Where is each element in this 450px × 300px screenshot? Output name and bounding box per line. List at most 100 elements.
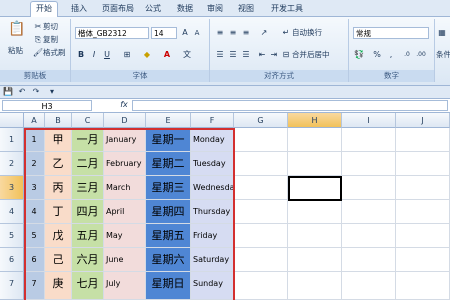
decrease-decimal-icon[interactable]: .00	[415, 49, 427, 61]
cell-g1[interactable]	[234, 128, 288, 152]
redo-icon[interactable]: ↷	[30, 86, 42, 98]
column-header-g[interactable]: G	[234, 113, 288, 128]
align-middle-icon[interactable]: ≡	[227, 27, 239, 39]
borders-icon[interactable]: ⊞	[121, 49, 133, 61]
cell-e4[interactable]: 星期四	[146, 200, 191, 224]
cell-f2[interactable]: Tuesday	[191, 152, 234, 176]
merge-center-button[interactable]: 合并后居中	[292, 49, 330, 61]
column-header-d[interactable]: D	[104, 113, 146, 128]
column-header-b[interactable]: B	[45, 113, 72, 128]
cell-j2[interactable]	[396, 152, 450, 176]
tab-review[interactable]: 审阅	[202, 2, 228, 15]
cell-a5[interactable]: 5	[24, 224, 45, 248]
column-header-c[interactable]: C	[72, 113, 104, 128]
cell-f3[interactable]: Wednesday	[191, 176, 234, 200]
cell-h2[interactable]	[288, 152, 342, 176]
cell-d7[interactable]: July	[104, 272, 146, 300]
cell-j7[interactable]	[396, 272, 450, 300]
align-right-icon[interactable]: ☰	[240, 49, 252, 61]
align-center-icon[interactable]: ☰	[227, 49, 239, 61]
cell-h5[interactable]	[288, 224, 342, 248]
align-bottom-icon[interactable]: ≡	[240, 27, 252, 39]
cell-c7[interactable]: 七月	[72, 272, 104, 300]
cell-c6[interactable]: 六月	[72, 248, 104, 272]
underline-button[interactable]: U	[101, 49, 113, 61]
cell-e1[interactable]: 星期一	[146, 128, 191, 152]
cell-d1[interactable]: January	[104, 128, 146, 152]
row-header-3[interactable]: 3	[0, 176, 24, 200]
cell-c4[interactable]: 四月	[72, 200, 104, 224]
cell-f7[interactable]: Sunday	[191, 272, 234, 300]
column-header-h[interactable]: H	[288, 113, 342, 128]
column-header-i[interactable]: I	[342, 113, 396, 128]
cell-d4[interactable]: April	[104, 200, 146, 224]
cell-c5[interactable]: 五月	[72, 224, 104, 248]
cell-a4[interactable]: 4	[24, 200, 45, 224]
merge-center-icon[interactable]: ⊟	[280, 49, 292, 61]
font-size-select[interactable]: 14	[151, 27, 177, 39]
formula-input[interactable]	[132, 100, 448, 111]
paste-icon[interactable]: 📋	[8, 22, 26, 43]
active-cell-h3[interactable]	[288, 176, 342, 201]
comma-button[interactable]: ,	[385, 49, 397, 61]
cell-a6[interactable]: 6	[24, 248, 45, 272]
cell-b4[interactable]: 丁	[45, 200, 72, 224]
name-box[interactable]: H3	[2, 100, 92, 111]
format-painter-button[interactable]: 格式刷	[43, 47, 66, 59]
cell-e5[interactable]: 星期五	[146, 224, 191, 248]
cell-j1[interactable]	[396, 128, 450, 152]
cell-d5[interactable]: May	[104, 224, 146, 248]
cell-e3[interactable]: 星期三	[146, 176, 191, 200]
row-header-5[interactable]: 5	[0, 224, 24, 248]
font-color-button[interactable]: A	[161, 49, 173, 61]
percent-button[interactable]: %	[371, 49, 383, 61]
cell-h6[interactable]	[288, 248, 342, 272]
cell-f4[interactable]: Thursday	[191, 200, 234, 224]
fill-color-icon[interactable]: ◆	[141, 49, 153, 61]
cell-j4[interactable]	[396, 200, 450, 224]
cell-g4[interactable]	[234, 200, 288, 224]
cell-i2[interactable]	[342, 152, 396, 176]
cell-g2[interactable]	[234, 152, 288, 176]
cell-b2[interactable]: 乙	[45, 152, 72, 176]
cell-d3[interactable]: March	[104, 176, 146, 200]
row-header-4[interactable]: 4	[0, 200, 24, 224]
cell-b7[interactable]: 庚	[45, 272, 72, 300]
increase-decimal-icon[interactable]: .0	[401, 49, 413, 61]
tab-page-layout[interactable]: 页面布局	[97, 2, 139, 15]
decrease-indent-icon[interactable]: ⇤	[256, 49, 268, 61]
cell-a1[interactable]: 1	[24, 128, 45, 152]
cell-j6[interactable]	[396, 248, 450, 272]
cell-g7[interactable]	[234, 272, 288, 300]
increase-indent-icon[interactable]: ⇥	[268, 49, 280, 61]
cell-e7[interactable]: 星期日	[146, 272, 191, 300]
cell-b5[interactable]: 戊	[45, 224, 72, 248]
cell-i1[interactable]	[342, 128, 396, 152]
cell-j3[interactable]	[396, 176, 450, 200]
tab-home[interactable]: 开始	[30, 1, 58, 17]
column-header-f[interactable]: F	[191, 113, 234, 128]
italic-button[interactable]: I	[88, 49, 100, 61]
wrap-text-icon[interactable]: ↵	[280, 27, 292, 39]
cell-i7[interactable]	[342, 272, 396, 300]
cell-e6[interactable]: 星期六	[146, 248, 191, 272]
cell-b1[interactable]: 甲	[45, 128, 72, 152]
cell-i5[interactable]	[342, 224, 396, 248]
cell-h7[interactable]	[288, 272, 342, 300]
conditional-format-button[interactable]: 条件	[436, 49, 450, 61]
cell-g3[interactable]	[234, 176, 288, 200]
cut-button[interactable]: 剪切	[43, 21, 58, 33]
phonetic-icon[interactable]: 文	[181, 49, 193, 61]
row-header-6[interactable]: 6	[0, 248, 24, 272]
cell-i3[interactable]	[342, 176, 396, 200]
cell-g6[interactable]	[234, 248, 288, 272]
cell-b6[interactable]: 己	[45, 248, 72, 272]
cell-c1[interactable]: 一月	[72, 128, 104, 152]
cell-b3[interactable]: 丙	[45, 176, 72, 200]
row-header-2[interactable]: 2	[0, 152, 24, 176]
cell-c2[interactable]: 二月	[72, 152, 104, 176]
cell-j5[interactable]	[396, 224, 450, 248]
save-icon[interactable]: 💾	[2, 86, 14, 98]
paste-button[interactable]: 粘贴	[8, 45, 23, 57]
grow-font-icon[interactable]: A	[179, 27, 191, 39]
